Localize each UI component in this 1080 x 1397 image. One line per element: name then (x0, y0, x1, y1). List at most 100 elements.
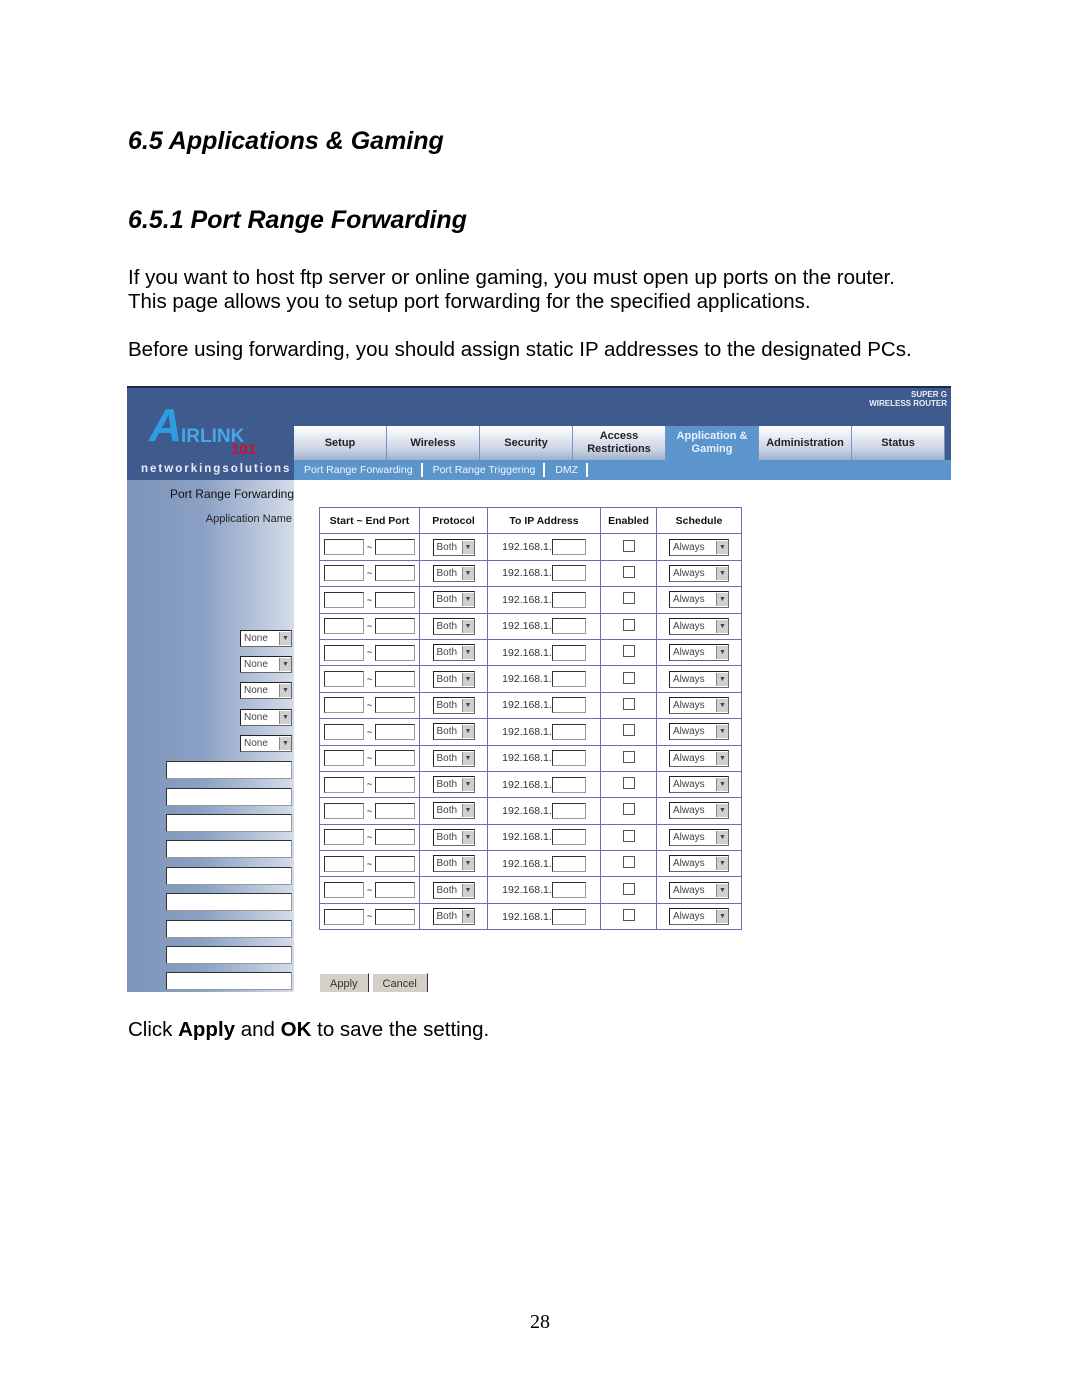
chevron-down-icon[interactable]: ▼ (461, 910, 474, 924)
tab-status[interactable]: Status (852, 426, 945, 460)
end-port-input[interactable] (375, 750, 416, 767)
enabled-checkbox[interactable] (622, 777, 635, 790)
protocol-select[interactable]: Both ▼ (432, 670, 475, 688)
subtab-dmz[interactable]: DMZ (545, 464, 586, 476)
ip-last-octet-input[interactable] (551, 882, 586, 899)
start-port-input[interactable] (323, 776, 364, 793)
chevron-down-icon[interactable]: ▼ (461, 593, 474, 607)
apply-button[interactable]: Apply (319, 973, 369, 992)
cancel-button[interactable]: Cancel (371, 973, 428, 992)
application-select[interactable]: None ▼ (240, 682, 292, 700)
start-port-input[interactable] (323, 591, 364, 608)
chevron-down-icon[interactable]: ▼ (461, 646, 474, 660)
chevron-down-icon[interactable]: ▼ (716, 593, 728, 607)
start-port-input[interactable] (323, 802, 364, 819)
chevron-down-icon[interactable]: ▼ (461, 619, 474, 633)
chevron-down-icon[interactable]: ▼ (461, 725, 474, 739)
application-select[interactable]: None ▼ (240, 629, 292, 647)
protocol-select[interactable]: Both ▼ (432, 776, 475, 794)
chevron-down-icon[interactable]: ▼ (716, 804, 728, 818)
protocol-select[interactable]: Both ▼ (432, 855, 475, 873)
protocol-select[interactable]: Both ▼ (432, 828, 475, 846)
enabled-checkbox[interactable] (622, 882, 635, 895)
end-port-input[interactable] (375, 802, 416, 819)
end-port-input[interactable] (375, 644, 416, 661)
end-port-input[interactable] (375, 882, 416, 899)
ip-last-octet-input[interactable] (551, 855, 586, 872)
start-port-input[interactable] (323, 697, 364, 714)
enabled-checkbox[interactable] (622, 856, 635, 869)
schedule-select[interactable]: Always ▼ (669, 617, 729, 635)
chevron-down-icon[interactable]: ▼ (716, 857, 728, 871)
enabled-checkbox[interactable] (622, 697, 635, 710)
enabled-checkbox[interactable] (622, 671, 635, 684)
application-select[interactable]: None ▼ (240, 656, 292, 674)
ip-last-octet-input[interactable] (551, 750, 586, 767)
protocol-select[interactable]: Both ▼ (432, 749, 475, 767)
start-port-input[interactable] (323, 539, 364, 556)
chevron-down-icon[interactable]: ▼ (461, 698, 474, 712)
application-name-input[interactable] (166, 813, 292, 832)
ip-last-octet-input[interactable] (551, 591, 586, 608)
ip-last-octet-input[interactable] (551, 539, 586, 556)
end-port-input[interactable] (375, 671, 416, 688)
start-port-input[interactable] (323, 908, 364, 925)
chevron-down-icon[interactable]: ▼ (279, 684, 291, 698)
schedule-select[interactable]: Always ▼ (669, 723, 729, 741)
end-port-input[interactable] (375, 591, 416, 608)
enabled-checkbox[interactable] (622, 750, 635, 763)
protocol-select[interactable]: Both ▼ (432, 591, 475, 609)
enabled-checkbox[interactable] (622, 645, 635, 658)
ip-last-octet-input[interactable] (551, 618, 586, 635)
start-port-input[interactable] (323, 882, 364, 899)
chevron-down-icon[interactable]: ▼ (279, 710, 291, 724)
start-port-input[interactable] (323, 829, 364, 846)
chevron-down-icon[interactable]: ▼ (716, 619, 728, 633)
ip-last-octet-input[interactable] (551, 723, 586, 740)
application-name-input[interactable] (166, 919, 292, 938)
start-port-input[interactable] (323, 723, 364, 740)
end-port-input[interactable] (375, 565, 416, 582)
application-select[interactable]: None ▼ (240, 708, 292, 726)
protocol-select[interactable]: Both ▼ (432, 908, 475, 926)
start-port-input[interactable] (323, 671, 364, 688)
end-port-input[interactable] (375, 829, 416, 846)
chevron-down-icon[interactable]: ▼ (716, 910, 728, 924)
protocol-select[interactable]: Both ▼ (432, 617, 475, 635)
tab-setup[interactable]: Setup (294, 426, 387, 460)
protocol-select[interactable]: Both ▼ (432, 723, 475, 741)
enabled-checkbox[interactable] (622, 565, 635, 578)
chevron-down-icon[interactable]: ▼ (716, 751, 728, 765)
schedule-select[interactable]: Always ▼ (669, 696, 729, 714)
enabled-checkbox[interactable] (622, 724, 635, 737)
tab-application-gaming[interactable]: Application & Gaming (666, 426, 759, 460)
chevron-down-icon[interactable]: ▼ (461, 778, 474, 792)
application-name-input[interactable] (166, 893, 292, 912)
schedule-select[interactable]: Always ▼ (669, 670, 729, 688)
ip-last-octet-input[interactable] (551, 697, 586, 714)
enabled-checkbox[interactable] (622, 803, 635, 816)
schedule-select[interactable]: Always ▼ (669, 564, 729, 582)
end-port-input[interactable] (375, 776, 416, 793)
chevron-down-icon[interactable]: ▼ (461, 672, 474, 686)
schedule-select[interactable]: Always ▼ (669, 591, 729, 609)
ip-last-octet-input[interactable] (551, 908, 586, 925)
application-name-input[interactable] (166, 866, 292, 885)
schedule-select[interactable]: Always ▼ (669, 828, 729, 846)
ip-last-octet-input[interactable] (551, 671, 586, 688)
chevron-down-icon[interactable]: ▼ (716, 883, 728, 897)
chevron-down-icon[interactable]: ▼ (461, 540, 474, 554)
end-port-input[interactable] (375, 539, 416, 556)
schedule-select[interactable]: Always ▼ (669, 881, 729, 899)
application-name-input[interactable] (166, 761, 292, 780)
protocol-select[interactable]: Both ▼ (432, 802, 475, 820)
chevron-down-icon[interactable]: ▼ (716, 830, 728, 844)
chevron-down-icon[interactable]: ▼ (461, 830, 474, 844)
enabled-checkbox[interactable] (622, 539, 635, 552)
application-name-input[interactable] (166, 787, 292, 806)
end-port-input[interactable] (375, 618, 416, 635)
schedule-select[interactable]: Always ▼ (669, 908, 729, 926)
start-port-input[interactable] (323, 855, 364, 872)
start-port-input[interactable] (323, 618, 364, 635)
chevron-down-icon[interactable]: ▼ (279, 658, 291, 672)
